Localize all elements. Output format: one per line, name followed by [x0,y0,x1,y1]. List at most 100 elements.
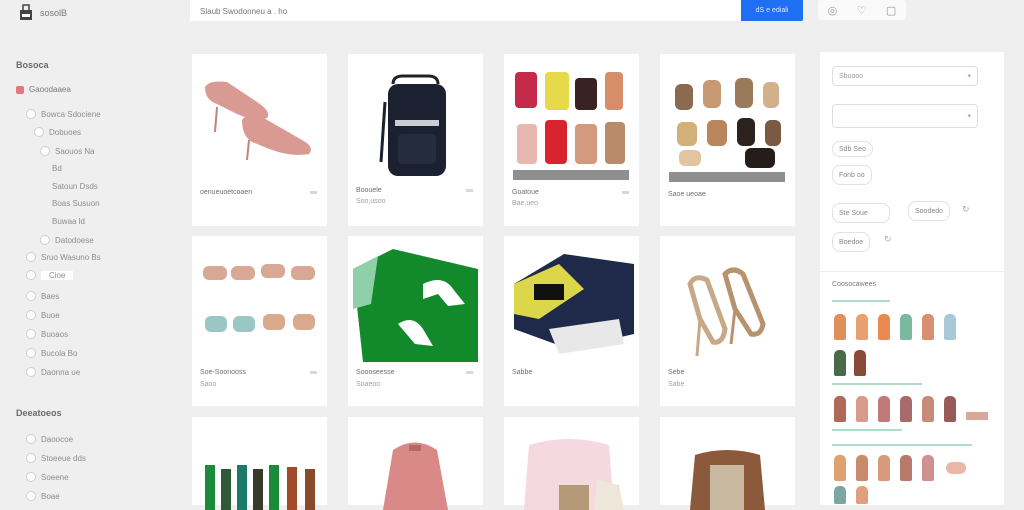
search-button[interactable]: dS e ediali [741,0,803,21]
more-icon[interactable] [310,191,317,194]
radio-icon[interactable] [40,235,50,245]
more-icon[interactable] [310,371,317,374]
filter-input[interactable]: ▾ [832,104,978,128]
thumb-figure[interactable] [900,396,912,422]
sidebar-item[interactable]: Bowca Sdociene [26,109,101,119]
filter-select[interactable]: Sbuooo ▾ [832,66,978,86]
thumb-figure[interactable] [856,486,868,504]
sidebar-item[interactable]: Boas Susuon [52,199,100,208]
filter-chip[interactable]: Soodedo [908,201,951,221]
thumb-figure[interactable] [922,314,934,340]
filter-chip[interactable]: Ste Soue [832,203,890,223]
thumb-figure[interactable] [834,486,846,504]
refresh-icon[interactable]: ↻ [962,204,970,215]
more-icon[interactable] [466,189,473,192]
more-icon[interactable] [622,191,629,194]
sidebar-item[interactable]: Bd [52,164,62,173]
product-card[interactable]: Soe-Soonooss Saoo [192,236,327,406]
radio-icon[interactable] [26,329,36,339]
radio-icon[interactable] [26,109,36,119]
thumb-figure[interactable] [834,396,846,422]
product-image-sweater[interactable] [509,425,634,510]
radio-icon[interactable] [40,146,50,156]
sidebar-item[interactable]: Buoaos [26,329,68,339]
radio-icon[interactable] [26,252,36,262]
radio-icon[interactable] [26,270,36,280]
sidebar-item[interactable]: Sruo Wasuno Bs [26,252,101,262]
product-image-shoes[interactable] [197,62,322,184]
product-card[interactable]: Sebe Sabe [660,236,795,406]
radio-icon[interactable] [26,472,36,482]
shop-logo-icon[interactable] [18,4,34,22]
thumb-figure[interactable] [900,455,912,481]
filter-chip[interactable]: Sdb Seo [832,141,873,157]
thumb-figure[interactable] [946,462,966,474]
product-image-outfits[interactable] [509,62,634,184]
product-image-vest[interactable] [665,425,790,510]
product-card[interactable]: Soooseesse Soaeoo [348,236,483,406]
product-card[interactable] [504,417,639,510]
sidebar-item[interactable]: Datodoese [40,235,94,245]
product-image-green-shirt[interactable] [353,244,478,366]
heart-icon[interactable]: ♡ [857,4,867,17]
radio-icon[interactable] [26,453,36,463]
thumb-figure[interactable] [944,396,956,422]
product-card[interactable]: Goatoue Bae,ueo [504,54,639,226]
sidebar-item[interactable]: Bucola Bo [26,348,77,358]
sidebar-item[interactable]: Stoeeue dds [26,453,86,463]
thumb-figure[interactable] [922,455,934,481]
radio-icon[interactable] [26,291,36,301]
radio-icon[interactable] [26,491,36,501]
sidebar-item-main[interactable]: Gaoodaaea [16,85,71,94]
camera-icon[interactable]: ◎ [828,4,838,17]
sidebar-item[interactable]: Satoun Dsds [52,182,98,191]
radio-icon[interactable] [26,434,36,444]
thumb-figure[interactable] [944,314,956,340]
thumb-figure[interactable] [878,396,890,422]
thumb-figure[interactable] [966,412,988,420]
product-image-gold-heels[interactable] [665,244,790,366]
thumb-figure[interactable] [856,314,868,340]
sidebar-item[interactable]: Buwaa ld [52,217,85,226]
product-card[interactable]: oenueuoetcoaen [192,54,327,226]
search-input[interactable] [190,0,722,23]
product-card[interactable] [348,417,483,510]
thumb-figure[interactable] [834,455,846,481]
thumb-figure[interactable] [856,455,868,481]
bag-icon[interactable]: ▢ [886,4,896,17]
product-card[interactable] [192,417,327,510]
sidebar-item[interactable]: Baes [26,291,59,301]
thumb-figure[interactable] [834,350,846,376]
product-image-sandals[interactable] [665,62,790,184]
radio-icon[interactable] [26,310,36,320]
more-icon[interactable] [466,371,473,374]
thumb-figure[interactable] [878,314,890,340]
sidebar-item[interactable]: Boae [26,491,60,501]
sidebar-item[interactable]: Daonna ue [26,367,80,377]
thumb-figure[interactable] [854,350,866,376]
sidebar-item[interactable]: Dobuoes [34,127,81,137]
sidebar-item[interactable]: Buoe [26,310,60,320]
refresh-icon[interactable]: ↻ [884,234,892,245]
product-image-heels[interactable] [197,244,322,366]
radio-icon[interactable] [26,367,36,377]
sidebar-item[interactable]: Soeene [26,472,69,482]
radio-icon[interactable] [34,127,44,137]
product-card[interactable]: Saoe ueoae [660,54,795,226]
filter-chip[interactable]: Boedoe [832,232,871,252]
thumb-figure[interactable] [834,314,846,340]
checkbox-icon[interactable] [16,85,24,94]
thumb-figure[interactable] [922,396,934,422]
sidebar-item[interactable]: Saouos Na [40,146,95,156]
radio-icon[interactable] [26,348,36,358]
thumb-figure[interactable] [856,396,868,422]
filter-chip[interactable]: Fonb oo [832,165,872,185]
product-card[interactable]: Boouele Soo,usoo [348,54,483,226]
product-image-pink-jacket[interactable] [353,425,478,510]
sidebar-item[interactable]: Cioe [26,270,74,280]
product-image-backpack[interactable] [353,62,478,184]
sidebar-item[interactable]: Daoocoe [26,434,73,444]
thumb-figure[interactable] [878,455,890,481]
product-image-figures[interactable] [197,425,322,510]
product-card[interactable]: Sabbe [504,236,639,406]
